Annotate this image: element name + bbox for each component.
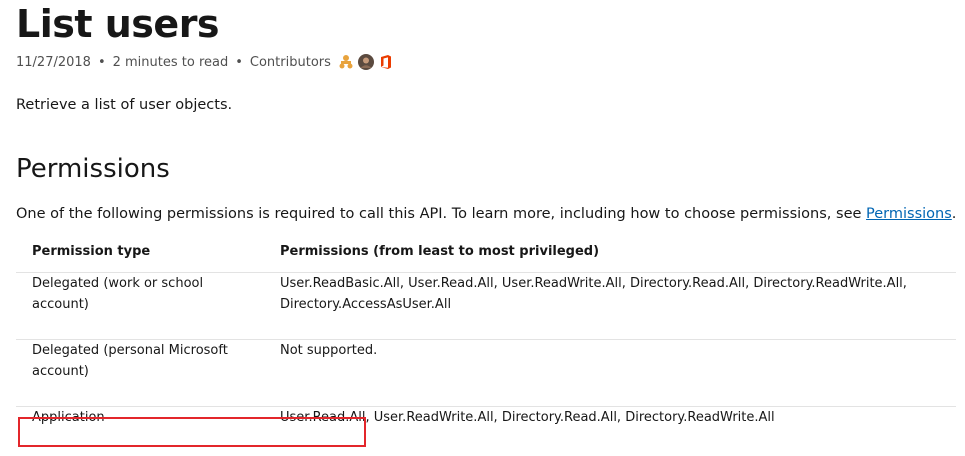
column-header-permission-type: Permission type — [32, 243, 151, 259]
contributor-avatar[interactable] — [357, 54, 374, 70]
permissions-cell: Not supported. — [264, 339, 956, 407]
column-header-permissions: Permissions (from least to most privileg… — [280, 243, 600, 259]
highlight-box — [18, 417, 366, 447]
office-icon[interactable] — [378, 54, 394, 70]
contributors-label[interactable]: Contributors — [250, 55, 331, 70]
separator-dot: • — [235, 54, 243, 70]
separator-dot: • — [97, 54, 106, 70]
permission-type-line: Delegated (personal Microsoft — [32, 343, 228, 358]
table-row: Delegated (work or school account) User.… — [16, 272, 956, 340]
permissions-cell: User.Read.All, User.ReadWrite.All, Direc… — [264, 406, 956, 455]
summary-text: Retrieve a list of user objects. — [16, 97, 233, 113]
permissions-link[interactable]: Permissions — [866, 206, 952, 222]
permissions-heading: Permissions — [16, 154, 170, 184]
page-title: List users — [16, 2, 220, 46]
permission-type-line: account) — [32, 364, 89, 379]
permission-type-cell: Delegated (personal Microsoft account) — [16, 339, 264, 407]
permission-type-cell: Delegated (work or school account) — [16, 272, 264, 340]
permissions-intro: One of the following permissions is requ… — [16, 206, 956, 222]
permissions-line: User.ReadBasic.All, User.Read.All, User.… — [280, 276, 907, 291]
permissions-line: Directory.AccessAsUser.All — [280, 297, 452, 312]
table-header-row: Permission type Permissions (from least … — [16, 230, 956, 273]
article-metadata: 11/27/2018 • 2 minutes to read • Contrib… — [16, 52, 394, 72]
intro-end: . — [951, 206, 957, 222]
intro-text: One of the following permissions is requ… — [16, 206, 867, 222]
permissions-cell: User.ReadBasic.All, User.Read.All, User.… — [264, 272, 956, 340]
contributors-list — [338, 54, 394, 70]
read-time: 2 minutes to read — [112, 54, 229, 70]
publish-date: 11/27/2018 — [16, 54, 91, 70]
contributor-icon-1[interactable] — [338, 54, 354, 70]
table-row: Delegated (personal Microsoft account) No… — [16, 339, 956, 407]
